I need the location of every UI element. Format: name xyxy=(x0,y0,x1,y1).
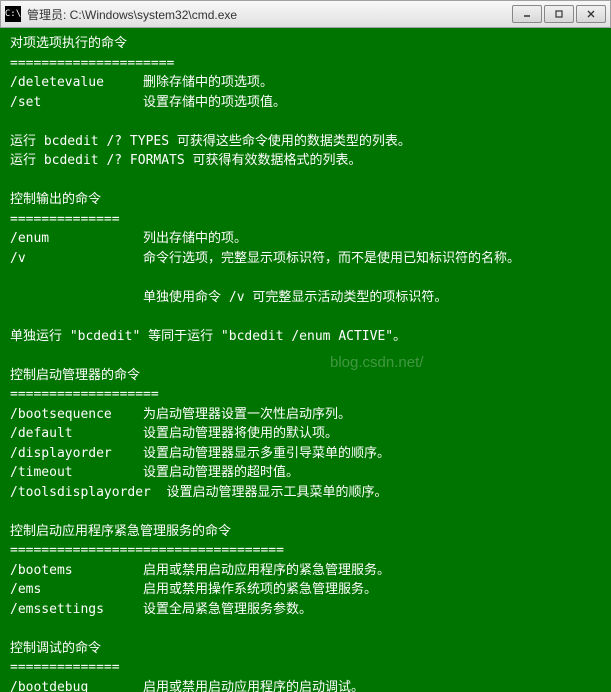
window-controls xyxy=(512,5,606,23)
console-output[interactable]: 对项选项执行的命令 ===================== /deletev… xyxy=(0,28,611,692)
maximize-button[interactable] xyxy=(544,5,574,23)
cmd-icon: C:\ xyxy=(5,6,21,22)
titlebar: C:\ 管理员: C:\Windows\system32\cmd.exe xyxy=(0,0,611,28)
close-button[interactable] xyxy=(576,5,606,23)
minimize-button[interactable] xyxy=(512,5,542,23)
window-title: 管理员: C:\Windows\system32\cmd.exe xyxy=(27,6,512,23)
watermark: blog.csdn.net/ xyxy=(330,352,423,375)
